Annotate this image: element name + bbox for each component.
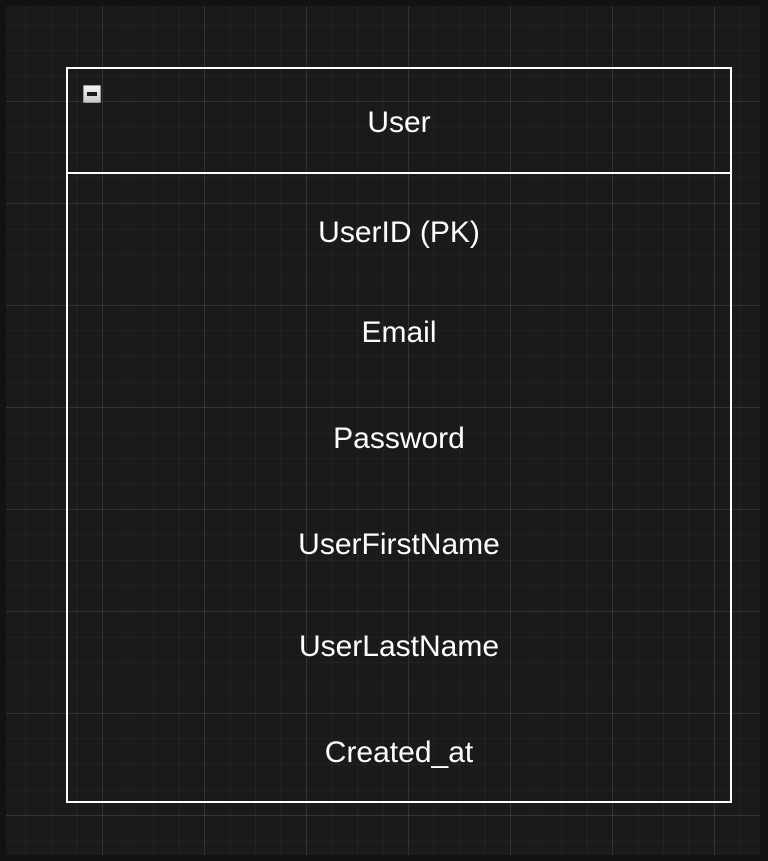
canvas-edge-bottom <box>0 855 768 861</box>
canvas-edge-top <box>0 0 768 6</box>
canvas-edge-right <box>760 0 768 861</box>
minus-icon <box>87 92 97 96</box>
collapse-icon[interactable] <box>83 85 101 103</box>
attribute-password[interactable]: Password <box>68 421 730 457</box>
attribute-userlastname[interactable]: UserLastName <box>68 629 730 665</box>
entity-title: User <box>367 106 431 139</box>
entity-header[interactable]: User <box>68 69 730 174</box>
entity-user[interactable]: User UserID (PK) Email Password UserFirs… <box>66 67 732 803</box>
attribute-userid[interactable]: UserID (PK) <box>68 215 730 251</box>
attribute-created-at[interactable]: Created_at <box>68 735 730 771</box>
attribute-email[interactable]: Email <box>68 315 730 351</box>
canvas-edge-left <box>0 0 6 861</box>
attribute-userfirstname[interactable]: UserFirstName <box>68 527 730 563</box>
